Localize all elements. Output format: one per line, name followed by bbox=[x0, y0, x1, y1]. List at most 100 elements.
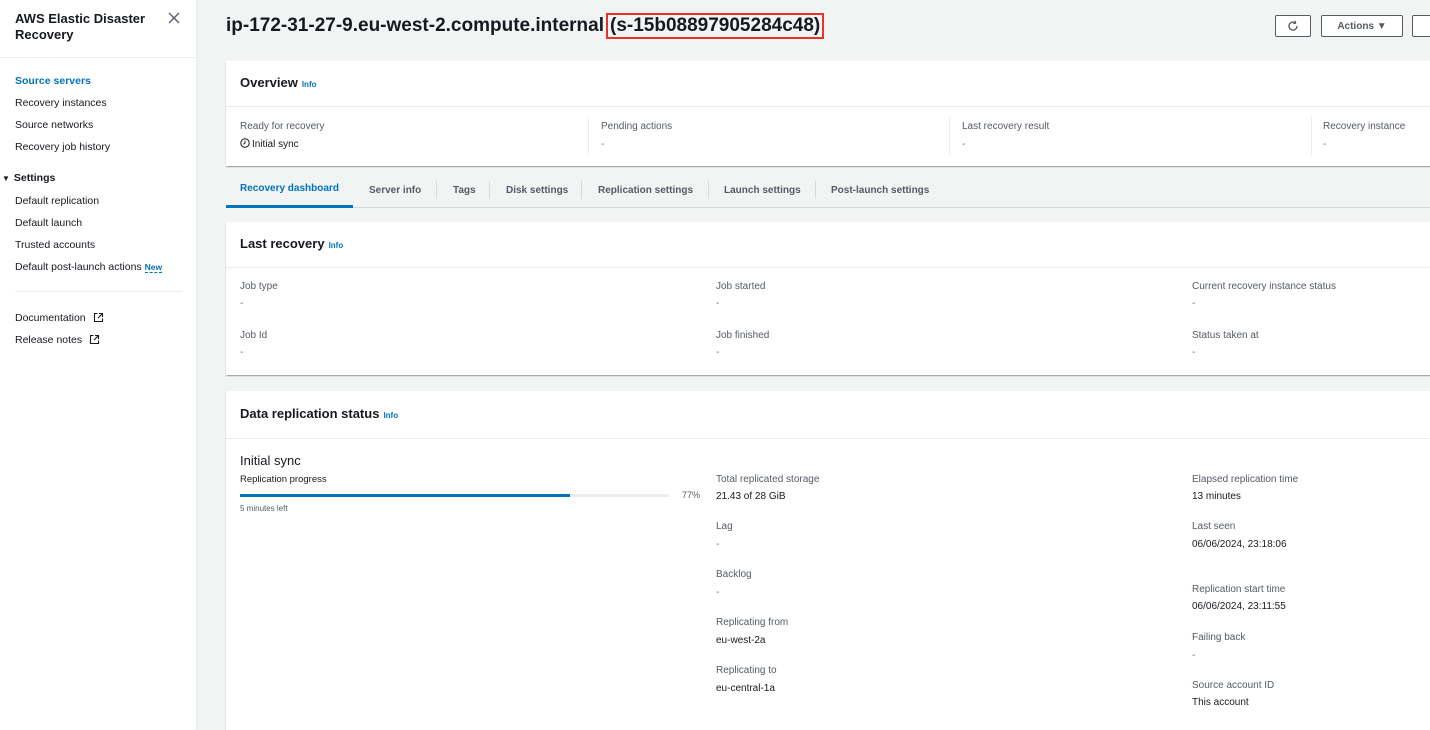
tab-launch-settings[interactable]: Launch settings bbox=[724, 172, 801, 208]
sidebar-item-default-replication[interactable]: Default replication bbox=[15, 194, 99, 208]
tab-disk-settings[interactable]: Disk settings bbox=[506, 172, 568, 208]
total-replicated-storage-value: 21.43 of 28 GiB bbox=[716, 491, 786, 502]
sidebar-link-release-notes[interactable]: Release notes bbox=[15, 333, 100, 347]
sidebar-section-label: Settings bbox=[13, 172, 56, 184]
sidebar-link-label: Release notes bbox=[15, 334, 83, 346]
last-seen-value: 06/06/2024, 23:18:06 bbox=[1192, 539, 1287, 550]
status-taken-at-value: - bbox=[1192, 347, 1196, 358]
last-recovery-result-label: Last recovery result bbox=[962, 121, 1050, 132]
elapsed-replication-time-value: 13 minutes bbox=[1192, 491, 1241, 502]
sidebar-item-default-post-launch-actions[interactable]: Default post-launch actions New bbox=[15, 260, 163, 274]
data-replication-title: Data replication status bbox=[240, 406, 380, 421]
tab-recovery-dashboard[interactable]: Recovery dashboard bbox=[226, 172, 353, 208]
lag-label: Lag bbox=[716, 521, 733, 532]
backlog-value: - bbox=[716, 587, 720, 598]
ready-for-recovery-text: Initial sync bbox=[252, 139, 299, 150]
last-recovery-info-link[interactable]: Info bbox=[329, 241, 344, 250]
tab-separator bbox=[708, 181, 709, 199]
replication-progress-fill bbox=[240, 494, 571, 497]
actions-button[interactable]: Actions ▼ bbox=[1321, 15, 1403, 37]
data-replication-panel: Data replication status Info Initial sync… bbox=[226, 391, 1430, 730]
sidebar-link-documentation[interactable]: Documentation bbox=[15, 311, 104, 325]
tab-tags[interactable]: Tags bbox=[453, 172, 476, 208]
ready-for-recovery-value: Initial sync bbox=[240, 138, 299, 150]
replication-start-time-label: Replication start time bbox=[1192, 584, 1286, 595]
close-icon[interactable] bbox=[166, 10, 182, 26]
backlog-label: Backlog bbox=[716, 569, 752, 580]
recovery-instance-label: Recovery instance bbox=[1323, 121, 1406, 132]
server-hostname: ip-172-31-27-9.eu-west-2.compute.interna… bbox=[226, 15, 604, 36]
last-recovery-title: Last recovery bbox=[240, 236, 325, 251]
extra-header-button[interactable] bbox=[1412, 15, 1430, 37]
last-recovery-heading: Last recovery Info bbox=[240, 236, 343, 251]
source-account-id-label: Source account ID bbox=[1192, 680, 1275, 691]
caret-down-icon: ▼ bbox=[2, 174, 10, 183]
total-replicated-storage-label: Total replicated storage bbox=[716, 474, 820, 485]
replication-progress-percent: 77% bbox=[682, 490, 701, 500]
replication-progress-label: Replication progress bbox=[240, 474, 327, 485]
data-replication-info-link[interactable]: Info bbox=[383, 411, 398, 420]
job-type-value: - bbox=[240, 298, 244, 309]
refresh-icon bbox=[1288, 20, 1298, 31]
clock-icon bbox=[240, 138, 250, 148]
overview-panel: Overview Info Ready for recovery Initial … bbox=[226, 61, 1430, 166]
panel-divider bbox=[226, 267, 1430, 268]
replicating-to-label: Replicating to bbox=[716, 665, 777, 676]
tab-separator bbox=[815, 181, 816, 199]
tab-post-launch-settings[interactable]: Post-launch settings bbox=[831, 172, 929, 208]
pending-actions-value: - bbox=[601, 139, 605, 150]
job-id-label: Job Id bbox=[240, 330, 268, 341]
job-started-label: Job started bbox=[716, 281, 766, 292]
sidebar-item-default-launch[interactable]: Default launch bbox=[15, 216, 82, 230]
current-recovery-instance-status-value: - bbox=[1192, 298, 1196, 309]
new-badge: New bbox=[144, 262, 163, 273]
current-recovery-instance-status-label: Current recovery instance status bbox=[1192, 281, 1336, 292]
tab-separator bbox=[489, 181, 490, 199]
overview-info-link[interactable]: Info bbox=[302, 80, 317, 89]
page-title: ip-172-31-27-9.eu-west-2.compute.interna… bbox=[226, 13, 825, 39]
failing-back-value: - bbox=[1192, 650, 1196, 661]
replication-progress-bar bbox=[240, 494, 669, 497]
sidebar-item-source-servers[interactable]: Source servers bbox=[15, 74, 91, 88]
failing-back-label: Failing back bbox=[1192, 632, 1246, 643]
replication-time-left: 5 minutes left bbox=[240, 504, 288, 513]
sidebar-header: AWS Elastic Disaster Recovery bbox=[15, 11, 165, 43]
job-id-value: - bbox=[240, 347, 244, 358]
overview-title: Overview bbox=[240, 75, 298, 90]
tab-server-info[interactable]: Server info bbox=[369, 172, 421, 208]
external-link-icon bbox=[93, 312, 103, 323]
job-finished-label: Job finished bbox=[716, 330, 770, 341]
replicating-to-value: eu-central-1a bbox=[716, 683, 775, 694]
sidebar-link-label: Documentation bbox=[15, 312, 86, 324]
sidebar-item-recovery-instances[interactable]: Recovery instances bbox=[15, 96, 107, 110]
status-taken-at-label: Status taken at bbox=[1192, 330, 1259, 341]
sidebar-section-settings[interactable]: ▼ Settings bbox=[2, 171, 55, 186]
side-navigation: AWS Elastic Disaster Recovery Source ser… bbox=[0, 0, 197, 730]
tab-separator bbox=[581, 181, 582, 199]
panel-divider bbox=[226, 106, 1430, 107]
sidebar-item-trusted-accounts[interactable]: Trusted accounts bbox=[15, 238, 95, 252]
last-recovery-result-value: - bbox=[962, 139, 966, 150]
column-divider bbox=[949, 117, 950, 155]
column-divider bbox=[1311, 117, 1312, 155]
sidebar-item-source-networks[interactable]: Source networks bbox=[15, 118, 93, 132]
job-started-value: - bbox=[716, 298, 720, 309]
last-recovery-panel: Last recovery Info Job type - Job started… bbox=[226, 222, 1430, 375]
sidebar-item-recovery-job-history[interactable]: Recovery job history bbox=[15, 140, 110, 154]
service-title[interactable]: AWS Elastic Disaster Recovery bbox=[15, 11, 165, 43]
overview-heading: Overview Info bbox=[240, 75, 317, 90]
column-divider bbox=[588, 117, 589, 155]
refresh-button[interactable] bbox=[1275, 15, 1311, 37]
ready-for-recovery-label: Ready for recovery bbox=[240, 121, 325, 132]
data-replication-heading: Data replication status Info bbox=[240, 406, 398, 421]
external-link-icon bbox=[90, 334, 100, 345]
job-finished-value: - bbox=[716, 347, 720, 358]
lag-value: - bbox=[716, 539, 720, 550]
tab-replication-settings[interactable]: Replication settings bbox=[598, 172, 693, 208]
replication-state: Initial sync bbox=[240, 453, 301, 468]
elapsed-replication-time-label: Elapsed replication time bbox=[1192, 474, 1299, 485]
server-id-highlight: (s-15b08897905284c48) bbox=[606, 13, 825, 39]
source-account-id-value: This account bbox=[1192, 697, 1249, 708]
sidebar-item-label: Default post-launch actions bbox=[15, 261, 142, 273]
replicating-from-label: Replicating from bbox=[716, 617, 789, 628]
